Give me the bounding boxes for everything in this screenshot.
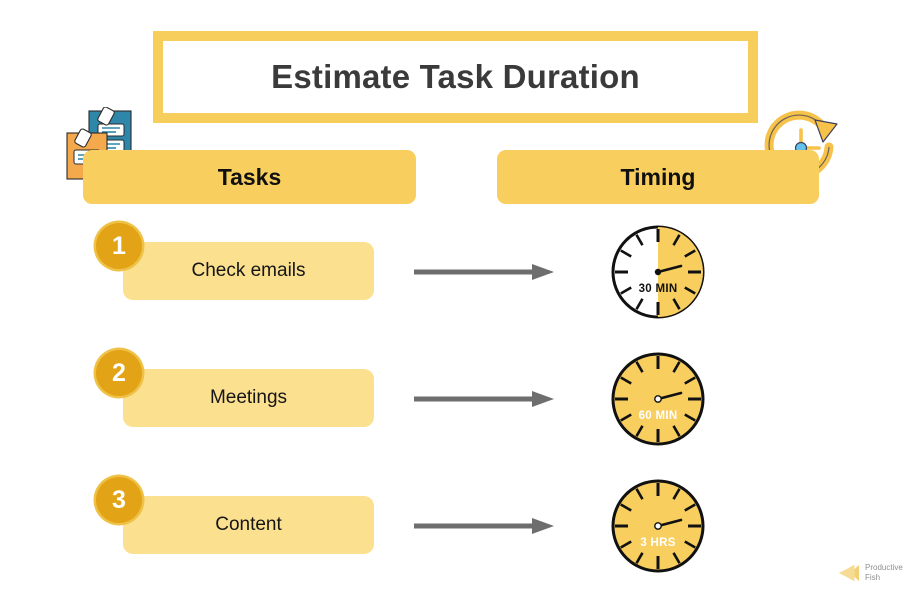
watermark-line-1: Productive (865, 563, 903, 572)
clock-label: 3 HRS (640, 537, 675, 549)
task-pill[interactable]: Content (123, 496, 374, 554)
column-header-timing: Timing (497, 150, 819, 204)
watermark-line-2: Fish (865, 573, 881, 582)
arrow-right-icon (412, 389, 557, 409)
column-header-timing-label: Timing (620, 163, 696, 190)
column-header-tasks-label: Tasks (217, 163, 282, 190)
clock-duration: 3 HRS (608, 476, 708, 576)
task-label: Content (215, 514, 282, 535)
step-badge: 2 (96, 350, 142, 396)
task-row: 1 Check emails 30 MIN (0, 220, 920, 330)
step-badge: 1 (96, 223, 142, 269)
task-row: 2 Meetings 60 MIN (0, 347, 920, 457)
arrow-right-icon (412, 262, 557, 282)
page-title: Estimate Task Duration (271, 58, 640, 95)
arrow-right-icon (412, 516, 557, 536)
title-frame: Estimate Task Duration (153, 31, 758, 123)
clock-duration: 60 MIN (608, 349, 708, 449)
task-pill[interactable]: Meetings (123, 369, 374, 427)
clock-label: 30 MIN (639, 283, 678, 295)
fish-logo-icon (838, 564, 860, 582)
watermark: Productive Fish (836, 556, 918, 590)
task-label: Check emails (191, 260, 306, 281)
task-row: 3 Content 3 HRS (0, 474, 920, 584)
clock-label: 60 MIN (639, 410, 678, 422)
step-badge: 3 (96, 477, 142, 523)
clock-duration: 30 MIN (608, 222, 708, 322)
task-label: Meetings (209, 387, 288, 408)
column-header-tasks: Tasks (83, 150, 416, 204)
task-pill[interactable]: Check emails (123, 242, 374, 300)
